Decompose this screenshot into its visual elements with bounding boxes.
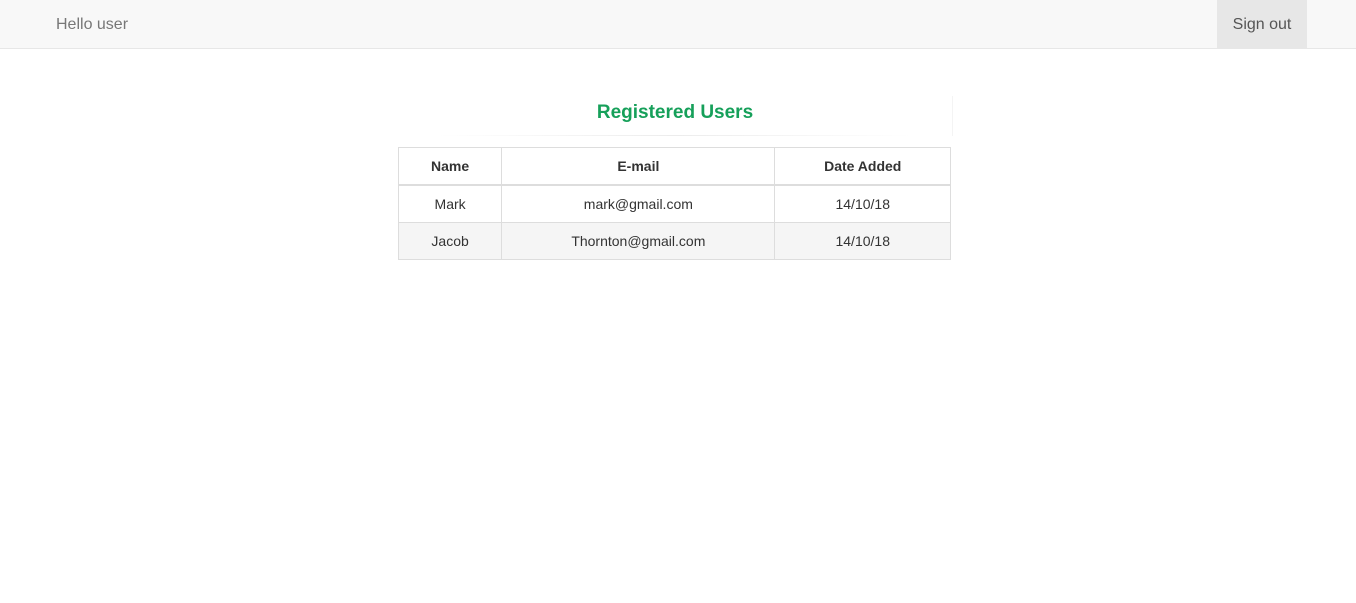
column-header-date-added[interactable]: Date Added <box>774 147 951 186</box>
cell-date-added: 14/10/18 <box>774 222 951 260</box>
table-row: Jacob Thornton@gmail.com 14/10/18 <box>397 222 951 260</box>
cell-name: Mark <box>397 184 503 223</box>
top-navbar: Hello user Sign out <box>0 0 1356 49</box>
cell-name: Jacob <box>397 222 503 260</box>
cell-email: Thornton@gmail.com <box>501 222 776 260</box>
table-row: Mark mark@gmail.com 14/10/18 <box>397 184 951 223</box>
table-header-row: Name E-mail Date Added <box>397 147 951 186</box>
column-header-email[interactable]: E-mail <box>501 147 776 186</box>
panel-title: Registered Users <box>596 102 754 123</box>
cell-date-added: 14/10/18 <box>774 184 951 223</box>
greeting-text: Hello user <box>56 16 129 33</box>
heading-divider <box>438 135 912 136</box>
sign-out-button[interactable]: Sign out <box>1217 0 1307 49</box>
panel-heading: Registered Users <box>398 96 953 136</box>
registered-users-panel: Registered Users Name E-mail Date Added … <box>397 96 953 260</box>
cell-email: mark@gmail.com <box>501 184 776 223</box>
users-table: Name E-mail Date Added Mark mark@gmail.c… <box>397 147 951 260</box>
column-header-name[interactable]: Name <box>397 147 503 186</box>
